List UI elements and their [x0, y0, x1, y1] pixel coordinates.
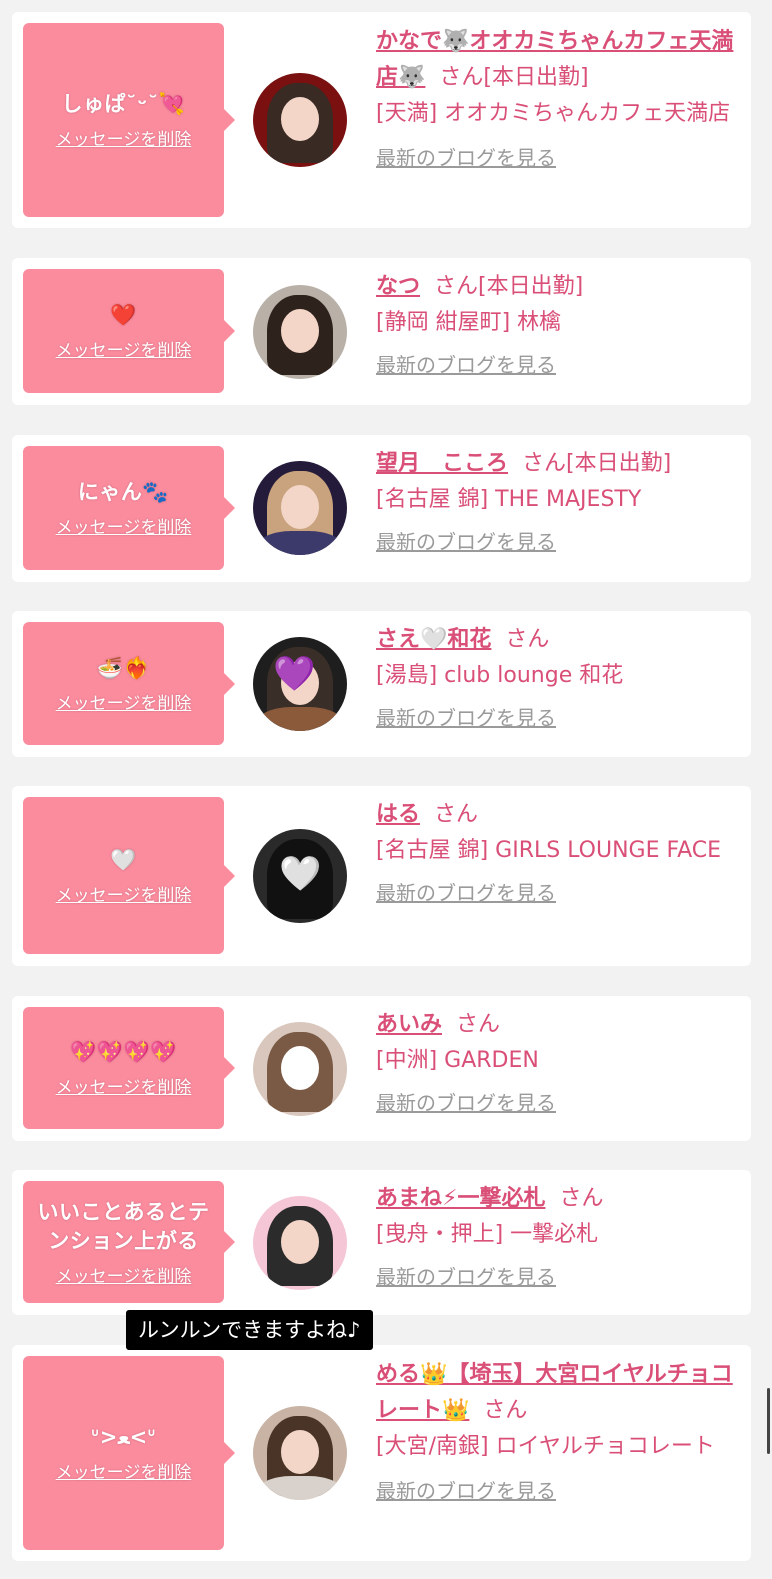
message-bubble: しゅぱ˘ᵕ˘💘 メッセージを削除: [23, 23, 235, 217]
message-bubble: ❤️ メッセージを削除: [23, 269, 235, 393]
shop-label: [大宮/南銀] ロイヤルチョコレート: [376, 1434, 715, 1459]
blog-link[interactable]: 最新のブログを見る: [376, 347, 556, 383]
honorific: さん: [522, 451, 567, 476]
message-bubble: いいことあるとテンション上がる メッセージを削除: [23, 1181, 235, 1303]
cast-card: 💖💖💖💖 メッセージを削除 あいみ さん [中洲] GARDEN 最新のブログを見…: [12, 996, 751, 1141]
message-bubble: にゃん🐾 メッセージを削除: [23, 446, 235, 570]
avatar[interactable]: 🤍: [253, 829, 347, 923]
cast-card: しゅぱ˘ᵕ˘💘 メッセージを削除 かなで🐺オオカミちゃんカフェ天満店🐺 さん[本日…: [12, 12, 751, 228]
cast-name-link[interactable]: 望月 こころ: [376, 451, 508, 476]
message-text: ❤️: [110, 303, 137, 327]
cast-name-link[interactable]: なつ: [376, 274, 420, 299]
shop-label: [中洲] GARDEN: [376, 1048, 539, 1073]
cast-card: いいことあるとテンション上がる メッセージを削除 あまね⚡一撃必札 さん [曳舟・…: [12, 1170, 751, 1315]
shop-label: [名古屋 錦] THE MAJESTY: [376, 487, 642, 512]
blog-link[interactable]: 最新のブログを見る: [376, 1085, 556, 1121]
blog-link[interactable]: 最新のブログを見る: [376, 140, 556, 176]
tooltip: ルンルンできますよね♪: [126, 1310, 373, 1350]
cast-card: ᐡ>ﻌ<ᐡ メッセージを削除 める👑【埼玉】大宮ロイヤルチョコレート👑 さん [大…: [12, 1345, 751, 1561]
avatar[interactable]: [253, 1196, 347, 1290]
cast-card: ❤️ メッセージを削除 なつ さん[本日出勤] [静岡 紺屋町] 林檎 最新のブロ…: [12, 258, 751, 405]
message-bubble: 💖💖💖💖 メッセージを削除: [23, 1007, 235, 1129]
delete-message-link[interactable]: メッセージを削除: [56, 336, 192, 361]
delete-message-link[interactable]: メッセージを削除: [56, 689, 192, 714]
cast-card: 🤍 メッセージを削除 🤍 はる さん [名古屋 錦] GIRLS LOUNGE F…: [12, 786, 751, 966]
avatar[interactable]: [253, 285, 347, 379]
delete-message-link[interactable]: メッセージを削除: [56, 513, 192, 538]
shop-label: [湯島] club lounge 和花: [376, 663, 624, 688]
avatar[interactable]: [253, 461, 347, 555]
honorific: さん: [505, 627, 550, 652]
blog-link[interactable]: 最新のブログを見る: [376, 1259, 556, 1295]
cast-info: あいみ さん [中洲] GARDEN 最新のブログを見る: [376, 1007, 744, 1122]
cast-info: あまね⚡一撃必札 さん [曳舟・押上] 一撃必札 最新のブログを見る: [376, 1181, 744, 1296]
message-bubble: 🍜❤️‍🔥 メッセージを削除: [23, 622, 235, 745]
avatar[interactable]: [253, 73, 347, 167]
status-label: [本日出勤]: [483, 65, 589, 90]
message-text: いいことあるとテンション上がる: [37, 1199, 210, 1253]
cast-name-link[interactable]: あいみ: [376, 1012, 442, 1037]
status-label: [本日出勤]: [566, 451, 672, 476]
delete-message-link[interactable]: メッセージを削除: [56, 125, 192, 150]
message-text: 🤍: [110, 847, 137, 872]
message-text: ᐡ>ﻌ<ᐡ: [90, 1425, 157, 1449]
delete-message-link[interactable]: メッセージを削除: [56, 881, 192, 906]
cast-info: 望月 こころ さん[本日出勤] [名古屋 錦] THE MAJESTY 最新のブロ…: [376, 446, 744, 561]
cast-card: 🍜❤️‍🔥 メッセージを削除 💜 さえ🤍和花 さん [湯島] club loung…: [12, 611, 751, 757]
delete-message-link[interactable]: メッセージを削除: [56, 1458, 192, 1483]
cast-info: める👑【埼玉】大宮ロイヤルチョコレート👑 さん [大宮/南銀] ロイヤルチョコレー…: [376, 1357, 744, 1510]
cast-card: にゃん🐾 メッセージを削除 望月 こころ さん[本日出勤] [名古屋 錦] THE…: [12, 435, 751, 582]
avatar[interactable]: [253, 1022, 347, 1116]
message-bubble: ᐡ>ﻌ<ᐡ メッセージを削除: [23, 1356, 235, 1550]
blog-link[interactable]: 最新のブログを見る: [376, 700, 556, 736]
cast-info: なつ さん[本日出勤] [静岡 紺屋町] 林檎 最新のブログを見る: [376, 269, 744, 384]
cast-info: さえ🤍和花 さん [湯島] club lounge 和花 最新のブログを見る: [376, 622, 744, 737]
delete-message-link[interactable]: メッセージを削除: [56, 1073, 192, 1098]
shop-label: [静岡 紺屋町] 林檎: [376, 310, 562, 335]
honorific: さん: [439, 65, 484, 90]
honorific: さん: [434, 802, 479, 827]
blog-link[interactable]: 最新のブログを見る: [376, 1473, 556, 1509]
honorific: さん: [559, 1186, 604, 1211]
shop-label: [天満] オオカミちゃんカフェ天満店: [376, 101, 731, 126]
shop-label: [名古屋 錦] GIRLS LOUNGE FACE: [376, 838, 722, 863]
blog-link[interactable]: 最新のブログを見る: [376, 524, 556, 560]
avatar[interactable]: [253, 1406, 347, 1500]
honorific: さん: [434, 274, 479, 299]
cast-name-link[interactable]: める👑【埼玉】大宮ロイヤルチョコレート👑: [376, 1362, 733, 1423]
status-label: [本日出勤]: [478, 274, 584, 299]
white-heart-icon: 🤍: [279, 854, 322, 894]
honorific: さん: [483, 1398, 528, 1423]
message-text: にゃん🐾: [77, 480, 170, 504]
delete-message-link[interactable]: メッセージを削除: [56, 1262, 192, 1287]
cast-info: はる さん [名古屋 錦] GIRLS LOUNGE FACE 最新のブログを見る: [376, 797, 744, 912]
avatar[interactable]: 💜: [253, 637, 347, 731]
cast-info: かなで🐺オオカミちゃんカフェ天満店🐺 さん[本日出勤] [天満] オオカミちゃんカ…: [376, 24, 744, 177]
blog-link[interactable]: 最新のブログを見る: [376, 875, 556, 911]
shop-label: [曳舟・押上] 一撃必札: [376, 1222, 599, 1247]
honorific: さん: [456, 1012, 501, 1037]
message-bubble: 🤍 メッセージを削除: [23, 797, 235, 954]
cast-name-link[interactable]: あまね⚡一撃必札: [376, 1186, 545, 1211]
scrollbar[interactable]: [767, 1388, 770, 1454]
purple-heart-icon: 💜: [273, 654, 316, 694]
cast-name-link[interactable]: はる: [376, 802, 420, 827]
cast-name-link[interactable]: さえ🤍和花: [376, 627, 491, 652]
message-text: しゅぱ˘ᵕ˘💘: [61, 92, 186, 116]
message-text: 🍜❤️‍🔥: [96, 655, 151, 680]
message-text: 💖💖💖💖: [70, 1040, 177, 1064]
